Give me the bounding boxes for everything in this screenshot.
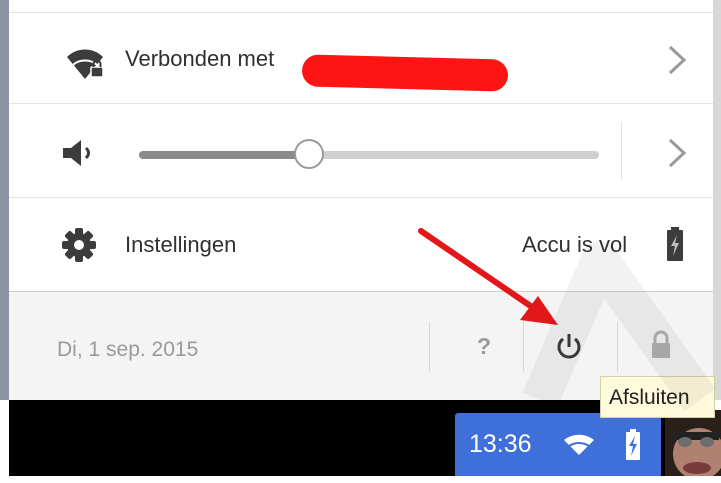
window-right-edge — [713, 0, 721, 400]
chevron-right-icon[interactable] — [666, 136, 688, 170]
window-left-edge — [0, 0, 9, 400]
clock-label: 13:36 — [469, 430, 532, 458]
settings-row[interactable]: Instellingen Accu is vol — [9, 198, 713, 292]
chevron-right-icon[interactable] — [666, 43, 688, 77]
window-bottom-edge — [0, 476, 721, 483]
shutdown-tooltip: Afsluiten — [600, 376, 715, 418]
gear-icon — [62, 228, 96, 262]
avatar[interactable] — [665, 410, 721, 476]
volume-row — [9, 104, 713, 198]
footer-divider — [523, 322, 524, 372]
redaction-scribble — [301, 54, 509, 92]
network-status-label: Verbonden met — [125, 46, 275, 71]
footer-divider — [617, 322, 618, 372]
volume-slider[interactable] — [139, 139, 599, 169]
speaker-icon[interactable] — [61, 138, 97, 168]
system-tray-menu: Verbonden met Instellingen Accu is vol D… — [9, 0, 713, 400]
avatar-photo — [665, 410, 721, 476]
footer-divider — [429, 322, 430, 372]
battery-charging-icon — [626, 429, 640, 460]
wifi-lock-icon — [67, 49, 104, 79]
help-button[interactable]: ? — [477, 333, 491, 360]
date-label: Di, 1 sep. 2015 — [57, 338, 199, 361]
settings-label: Instellingen — [125, 232, 237, 257]
volume-divider — [621, 122, 622, 180]
battery-status-label: Accu is vol — [522, 232, 628, 257]
power-icon[interactable] — [555, 332, 583, 362]
status-tray-button[interactable]: 13:36 — [455, 413, 661, 476]
wifi-icon — [564, 434, 594, 455]
battery-icon — [667, 227, 683, 261]
network-row[interactable]: Verbonden met — [9, 12, 713, 104]
volume-slider-fill — [139, 151, 310, 159]
lock-icon[interactable] — [650, 330, 672, 360]
volume-slider-thumb[interactable] — [294, 139, 325, 169]
